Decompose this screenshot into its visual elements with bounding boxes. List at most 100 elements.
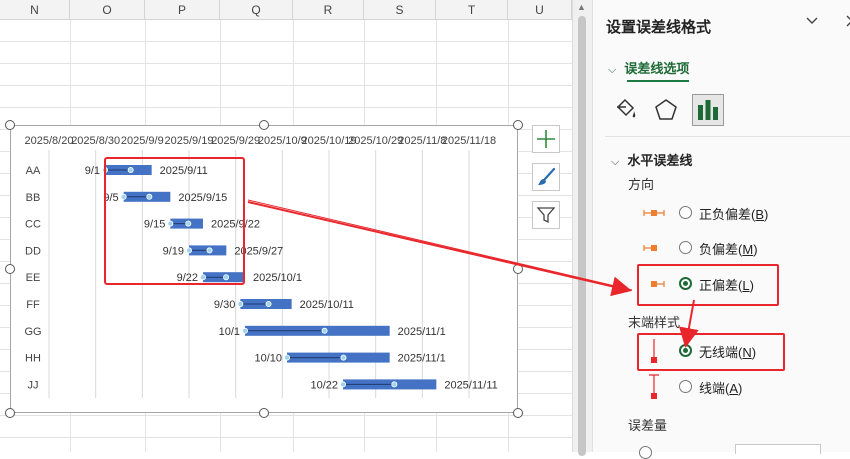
x-tick-label: 2025/11/8 [398, 135, 446, 147]
mid-marker [185, 220, 192, 227]
chevron-down-icon: ⌵ [608, 64, 617, 76]
category-label: GG [24, 326, 41, 338]
start-marker [241, 327, 248, 334]
category-label: DD [25, 245, 41, 257]
resize-handle-top[interactable] [259, 120, 269, 130]
effects-tab[interactable] [650, 94, 682, 126]
column-header-row: N O P Q R S T U [0, 0, 572, 20]
mid-marker [340, 354, 347, 361]
start-data-label: 9/19 [163, 245, 184, 257]
fill-line-tab[interactable] [609, 94, 641, 126]
start-marker [199, 274, 206, 281]
scroll-thumb[interactable] [578, 16, 586, 456]
end-data-label: 2025/9/15 [178, 192, 227, 204]
category-label: EE [26, 272, 41, 284]
mid-marker [127, 167, 134, 174]
mid-marker [206, 247, 213, 254]
resize-handle-left[interactable] [5, 264, 15, 274]
column-header[interactable]: S [364, 0, 436, 20]
category-label: HH [25, 353, 41, 365]
chart-styles-button[interactable] [532, 163, 560, 191]
tab-underline [627, 80, 689, 82]
option-cap[interactable]: 线端(A) [639, 372, 839, 402]
brush-icon [538, 167, 556, 185]
x-tick-label: 2025/8/20 [25, 135, 74, 147]
direction-label: 方向 [628, 177, 655, 192]
mid-marker [223, 274, 230, 281]
start-marker [167, 220, 174, 227]
start-data-label: 10/10 [254, 353, 282, 365]
category-label: CC [25, 219, 41, 231]
error-amount-input[interactable] [735, 444, 821, 454]
resize-handle-bottom[interactable] [259, 408, 269, 418]
resize-handle-bottom-right[interactable] [513, 408, 523, 418]
plus-icon [537, 130, 555, 148]
end-data-label: 2025/9/11 [160, 165, 208, 177]
format-error-bars-pane: 设置误差线格式 ⌵ 误差线选项 ⌵ 水平误差线 方向 正负偏差(B) 负偏差(M… [592, 0, 850, 459]
close-icon [846, 15, 850, 27]
start-data-label: 10/1 [219, 326, 240, 338]
gantt-chart[interactable]: 2025/8/20 2025/8/30 2025/9/9 2025/9/19 2025/… [10, 125, 518, 413]
section-horizontal-error-bar[interactable]: ⌵ 水平误差线 [611, 150, 692, 169]
column-header[interactable]: T [436, 0, 508, 20]
category-label: JJ [28, 379, 39, 391]
highlight-no-cap [637, 333, 785, 371]
column-header[interactable]: R [293, 0, 364, 20]
resize-handle-top-right[interactable] [513, 120, 523, 130]
pane-title: 设置误差线格式 [606, 19, 712, 36]
errbar-both-icon [643, 210, 665, 216]
resize-handle-top-left[interactable] [5, 120, 15, 130]
category-label: FF [26, 299, 40, 311]
pane-options-button[interactable] [805, 14, 819, 33]
x-tick-label: 2025/8/30 [71, 135, 120, 147]
error-amount-label: 误差量 [628, 418, 668, 433]
end-data-label: 2025/10/11 [300, 299, 354, 311]
end-data-label: 2025/11/1 [398, 326, 446, 338]
chevron-down-icon [806, 17, 818, 24]
radio-fixed-value[interactable] [639, 446, 652, 459]
x-tick-label: 2025/10/29 [348, 135, 403, 147]
funnel-icon [536, 207, 556, 224]
resize-handle-bottom-left[interactable] [5, 408, 15, 418]
tab-error-bar-options[interactable]: ⌵ 误差线选项 [608, 58, 689, 77]
x-tick-label: 2025/9/29 [211, 135, 260, 147]
spreadsheet-area[interactable]: N O P Q R S T U 2025/8/20 2025/8/30 2025/9… [0, 0, 572, 452]
start-marker [185, 247, 192, 254]
chart-elements-button[interactable] [532, 125, 560, 153]
radio-minus[interactable] [679, 241, 692, 254]
highlight-plus-direction [637, 264, 779, 306]
series-options-tab[interactable] [692, 94, 724, 126]
mid-marker [391, 381, 398, 388]
chevron-down-icon: ⌵ [611, 156, 620, 168]
column-header[interactable]: O [70, 0, 145, 20]
start-marker [237, 300, 244, 307]
start-data-label: 9/22 [177, 272, 198, 284]
category-label: BB [26, 192, 41, 204]
column-header[interactable]: Q [220, 0, 293, 20]
column-header[interactable]: N [0, 0, 70, 20]
start-marker [102, 167, 109, 174]
pane-divider [605, 136, 850, 137]
scroll-up-icon[interactable]: ▲ [577, 2, 586, 12]
start-data-label: 9/30 [214, 299, 235, 311]
option-both-direction[interactable]: 正负偏差(B) [639, 198, 839, 228]
option-minus-direction[interactable]: 负偏差(M) [639, 233, 839, 263]
pane-close-button[interactable] [845, 14, 850, 33]
chart-plot: 2025/8/202025/8/30 2025/9/9 2025/9/192025/… [24, 135, 498, 398]
x-tick-label: 2025/10/9 [258, 135, 307, 147]
column-header[interactable]: U [508, 0, 572, 20]
start-marker [120, 193, 127, 200]
start-data-label: 9/1 [85, 165, 100, 177]
start-data-label: 9/5 [103, 192, 118, 204]
radio-cap[interactable] [679, 380, 692, 393]
sheet-vertical-scrollbar[interactable]: ▲ [572, 0, 592, 456]
resize-handle-right[interactable] [513, 264, 523, 274]
bar-chart-icon [698, 100, 718, 120]
chart-filters-button[interactable] [532, 201, 560, 229]
radio-both[interactable] [679, 206, 692, 219]
mid-marker [265, 300, 272, 307]
start-marker [283, 354, 290, 361]
column-header[interactable]: P [145, 0, 220, 20]
mid-marker [146, 193, 153, 200]
end-data-label: 2025/11/11 [444, 379, 497, 391]
